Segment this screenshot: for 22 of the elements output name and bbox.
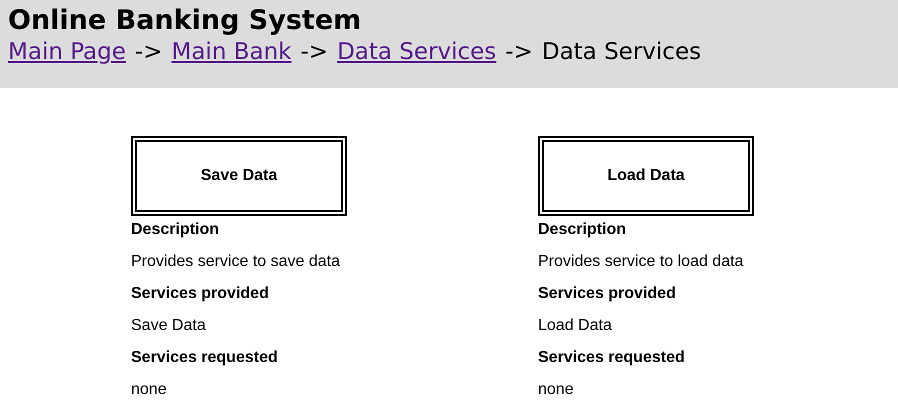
section-text: none <box>131 382 167 398</box>
section-heading: Services requested <box>538 350 685 366</box>
breadcrumb-link[interactable]: Main Page <box>8 36 126 68</box>
section-heading: Services provided <box>538 286 676 302</box>
breadcrumb-separator: -> <box>134 38 162 67</box>
section-heading: Services provided <box>131 286 269 302</box>
breadcrumb-link[interactable]: Main Bank <box>171 36 292 68</box>
section-heading: Services requested <box>131 350 278 366</box>
service-title-box: Save Data <box>131 136 347 216</box>
page-title: Online Banking System <box>8 6 362 36</box>
breadcrumb-link[interactable]: Data Services <box>337 36 496 68</box>
breadcrumb-current: Data Services <box>542 38 702 67</box>
breadcrumb-separator: -> <box>505 38 533 67</box>
section-text: Provides service to load data <box>538 254 744 270</box>
section-text: Save Data <box>131 318 206 334</box>
section-text: none <box>538 382 574 398</box>
service-title-box: Load Data <box>538 136 754 216</box>
section-text: Provides service to save data <box>131 254 340 270</box>
section-heading: Description <box>131 222 220 238</box>
section-heading: Description <box>538 222 626 238</box>
section-text: Load Data <box>538 318 612 334</box>
breadcrumb-separator: -> <box>300 38 328 67</box>
